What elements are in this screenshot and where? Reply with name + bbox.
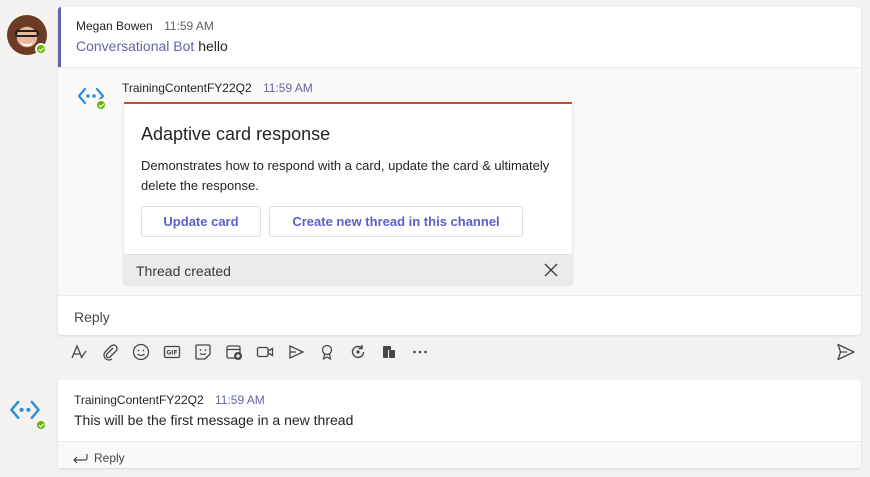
- presence-available-icon: [95, 99, 107, 111]
- schedule-meeting-icon[interactable]: [225, 343, 243, 361]
- message-author[interactable]: Megan Bowen: [76, 19, 153, 33]
- status-bar: Thread created: [124, 254, 572, 286]
- reply-arrow-icon: [73, 453, 88, 463]
- reply-label: Reply: [94, 450, 125, 465]
- send-icon[interactable]: [836, 342, 856, 362]
- message-text: hello: [198, 38, 228, 54]
- message-time: 11:59 AM: [214, 393, 265, 407]
- message-text: This will be the first message in a new …: [74, 412, 354, 428]
- message-time: 11:59 AM: [164, 19, 214, 33]
- close-icon[interactable]: [544, 263, 558, 277]
- bot-mention[interactable]: Conversational Bot: [76, 38, 194, 54]
- user-avatar[interactable]: [7, 15, 47, 55]
- presence-available-icon: [35, 43, 47, 55]
- new-thread-message: TrainingContentFY22Q2 11:59 AM This will…: [58, 380, 861, 468]
- card-title: Adaptive card response: [141, 124, 331, 144]
- reply-time: 11:59 AM: [262, 81, 313, 95]
- svg-text:GIF: GIF: [166, 350, 177, 357]
- sticker-icon[interactable]: [194, 343, 212, 361]
- bot-reply: TrainingContentFY22Q2 11:59 AM Adaptive …: [58, 67, 861, 295]
- status-text: Thread created: [136, 262, 231, 279]
- more-icon[interactable]: [411, 343, 429, 361]
- reply-meta: TrainingContentFY22Q2 11:59 AM: [122, 80, 313, 96]
- emoji-icon[interactable]: [132, 343, 150, 361]
- message-meta: TrainingContentFY22Q2 11:59 AM: [74, 392, 265, 408]
- update-card-button[interactable]: Update card: [141, 206, 261, 237]
- create-new-thread-button[interactable]: Create new thread in this channel: [269, 206, 523, 237]
- thread-card: Megan Bowen 11:59 AM Conversational Bot …: [58, 7, 861, 335]
- praise-icon[interactable]: [318, 343, 336, 361]
- message-author[interactable]: TrainingContentFY22Q2: [74, 393, 204, 407]
- loop-icon[interactable]: [349, 343, 367, 361]
- attach-icon[interactable]: [101, 343, 119, 361]
- adaptive-card: Adaptive card response Demonstrates how …: [124, 102, 572, 286]
- reply-button[interactable]: Reply: [58, 441, 861, 468]
- reply-author[interactable]: TrainingContentFY22Q2: [122, 81, 252, 95]
- apps-icon[interactable]: [380, 343, 398, 361]
- presence-available-icon: [35, 419, 47, 431]
- stream-icon[interactable]: [287, 343, 305, 361]
- video-icon[interactable]: [256, 343, 274, 361]
- compose-toolbar: GIF: [70, 341, 442, 363]
- reply-input[interactable]: Reply: [58, 295, 861, 335]
- card-description: Demonstrates how to respond with a card,…: [141, 158, 550, 193]
- root-message: Megan Bowen 11:59 AM Conversational Bot …: [58, 7, 861, 67]
- format-icon[interactable]: [70, 343, 88, 361]
- gif-icon[interactable]: GIF: [163, 343, 181, 361]
